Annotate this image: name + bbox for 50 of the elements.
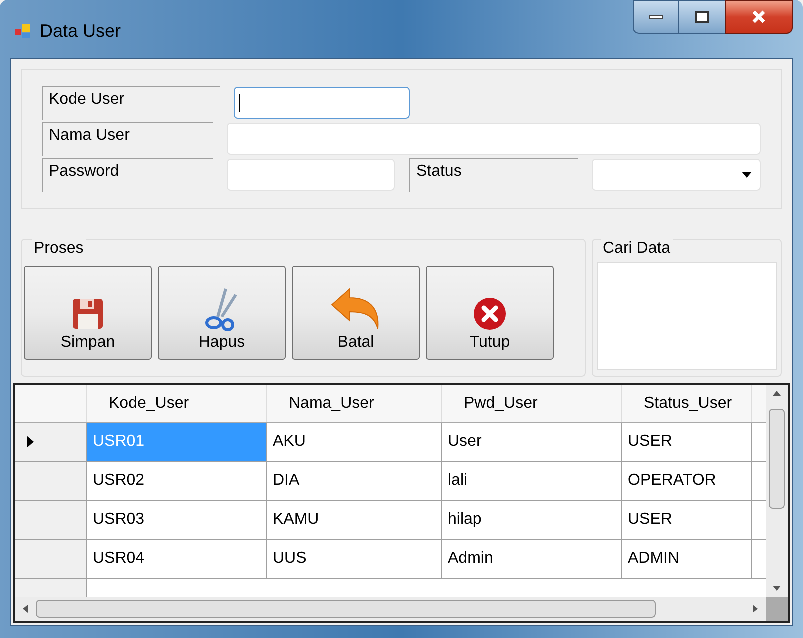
table-cell: User	[442, 423, 622, 461]
table-cell: KAMU	[267, 501, 442, 539]
toolbar-button[interactable]: Batal	[292, 266, 420, 360]
scroll-right-icon	[753, 605, 758, 613]
toolbar-button[interactable]: Tutup	[426, 266, 554, 360]
column-header[interactable]: Status_User	[622, 385, 752, 422]
close-icon	[473, 297, 507, 331]
toolbar-button[interactable]: Hapus	[158, 266, 286, 360]
table-cell: USR03	[87, 501, 267, 539]
field-label: Nama User	[42, 122, 214, 156]
table-cell: ADMIN	[622, 540, 752, 578]
minimize-button[interactable]	[633, 0, 679, 34]
field-label: Kode User	[42, 86, 220, 120]
dropdown-arrow-icon	[742, 172, 752, 178]
status-dropdown[interactable]	[592, 159, 761, 191]
search-box[interactable]	[597, 262, 777, 370]
table-cell: USER	[622, 501, 752, 539]
field-label: Status	[409, 158, 578, 192]
table-cell: USR04	[87, 540, 267, 578]
table-cell: DIA	[267, 462, 442, 500]
field-label: Password	[42, 158, 213, 192]
table-cell: AKU	[267, 423, 442, 461]
maximize-button[interactable]	[679, 0, 725, 34]
scroll-thumb[interactable]	[769, 409, 785, 510]
table-cell: UUS	[267, 540, 442, 578]
close-icon	[751, 9, 767, 25]
column-header[interactable]: Kode_User	[87, 385, 267, 422]
table-cell: OPERATOR	[622, 462, 752, 500]
scroll-down-icon	[773, 586, 781, 591]
row-header[interactable]	[15, 423, 87, 461]
table-cell: Admin	[442, 540, 622, 578]
close-button[interactable]	[725, 0, 793, 34]
table-cell: USR02	[87, 462, 267, 500]
text-field[interactable]	[234, 87, 410, 119]
vertical-scrollbar[interactable]	[766, 385, 788, 597]
scroll-left-icon	[23, 605, 28, 613]
toolbar-button[interactable]: Simpan	[24, 266, 152, 360]
table-cell: USR01	[87, 423, 267, 461]
column-header[interactable]: Pwd_User	[442, 385, 622, 422]
app-icon	[14, 22, 32, 40]
scissors-icon	[204, 287, 240, 331]
window-title: Data User	[40, 20, 122, 42]
scroll-up-icon	[773, 391, 781, 396]
scroll-thumb[interactable]	[36, 600, 656, 618]
table-cell: USER	[622, 423, 752, 461]
current-row-icon	[27, 436, 34, 448]
table-cell: lali	[442, 462, 622, 500]
horizontal-scrollbar[interactable]	[15, 597, 766, 621]
table-cell: hilap	[442, 501, 622, 539]
column-header[interactable]: Nama_User	[267, 385, 442, 422]
